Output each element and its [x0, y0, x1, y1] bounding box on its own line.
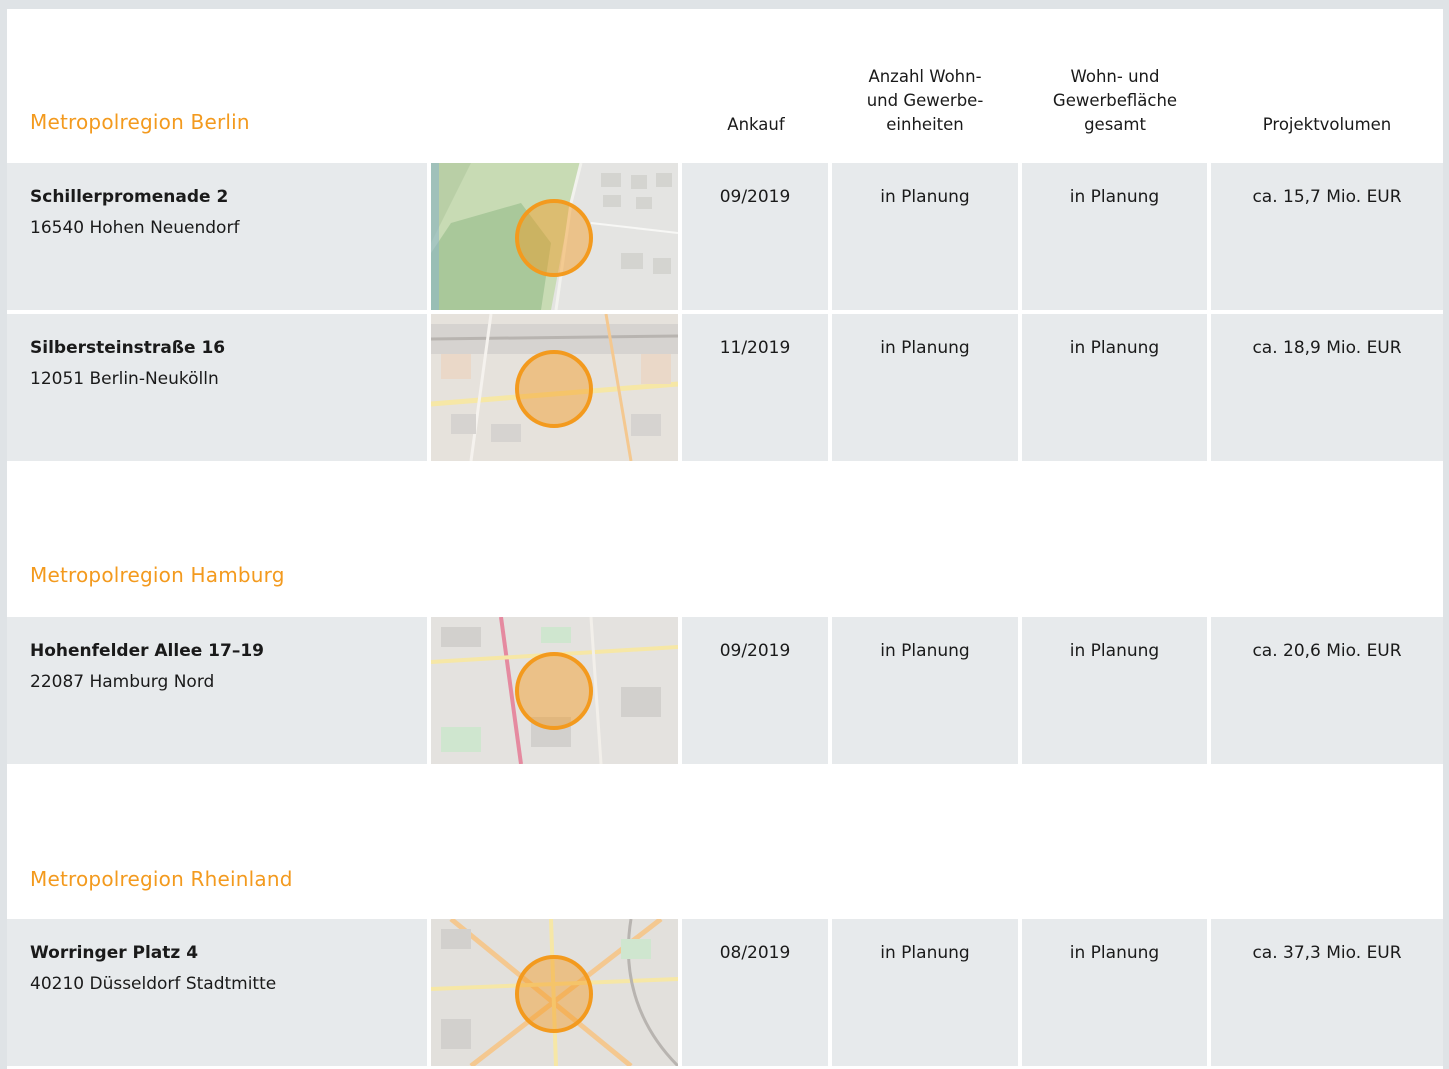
volumen-cell: ca. 20,6 Mio. EUR: [1211, 617, 1443, 764]
flaeche-value: in Planung: [1069, 943, 1160, 963]
column-header-einheiten-line: Anzahl Wohn-: [868, 67, 982, 86]
address-city: 12051 Berlin-Neukölln: [30, 369, 219, 389]
address-cell: Worringer Platz 4 40210 Düsseldorf Stadt…: [7, 919, 427, 1066]
address-city: 40210 Düsseldorf Stadtmitte: [30, 974, 277, 994]
map-marker-circle-icon: [515, 350, 593, 428]
location-map: [431, 919, 678, 1066]
ankauf-value: 08/2019: [719, 943, 791, 963]
column-header-einheiten-line: einheiten: [886, 115, 964, 134]
volumen-value: ca. 20,6 Mio. EUR: [1252, 641, 1402, 661]
map-image: [431, 919, 678, 1066]
project-table: Metropolregion Berlin Ankauf Anzahl Wohn…: [7, 9, 1443, 1069]
column-header-ankauf: Ankauf: [727, 115, 785, 134]
einheiten-cell: in Planung: [832, 617, 1018, 764]
address-city: 22087 Hamburg Nord: [30, 672, 215, 692]
flaeche-cell: in Planung: [1022, 919, 1207, 1066]
column-header-einheiten-line: und Gewerbe-: [866, 91, 984, 110]
ankauf-value: 09/2019: [719, 187, 791, 207]
volumen-value: ca. 18,9 Mio. EUR: [1252, 338, 1402, 358]
table-row: Worringer Platz 4 40210 Düsseldorf Stadt…: [7, 919, 1443, 1066]
flaeche-cell: in Planung: [1022, 617, 1207, 764]
ankauf-cell: 09/2019: [682, 163, 828, 310]
volumen-value: ca. 37,3 Mio. EUR: [1252, 943, 1402, 963]
einheiten-cell: in Planung: [832, 314, 1018, 461]
volumen-cell: ca. 37,3 Mio. EUR: [1211, 919, 1443, 1066]
table-row: Schillerpromenade 2 16540 Hohen Neuendor…: [7, 163, 1443, 310]
volumen-cell: ca. 15,7 Mio. EUR: [1211, 163, 1443, 310]
map-marker-circle-icon: [515, 199, 593, 277]
address-cell: Schillerpromenade 2 16540 Hohen Neuendor…: [7, 163, 427, 310]
address-street: Worringer Platz 4: [30, 943, 199, 963]
einheiten-value: in Planung: [880, 338, 970, 358]
volumen-cell: ca. 18,9 Mio. EUR: [1211, 314, 1443, 461]
address-street: Hohenfelder Allee 17–19: [30, 641, 264, 661]
map-image: [431, 314, 678, 461]
table-row: Hohenfelder Allee 17–19 22087 Hamburg No…: [7, 617, 1443, 764]
address-street: Silbersteinstraße 16: [30, 338, 226, 358]
column-header-volumen: Projektvolumen: [1262, 115, 1392, 134]
address-street: Schillerpromenade 2: [30, 187, 229, 207]
volumen-value: ca. 15,7 Mio. EUR: [1252, 187, 1402, 207]
ankauf-cell: 11/2019: [682, 314, 828, 461]
table-row: Silbersteinstraße 16 12051 Berlin-Neuköl…: [7, 314, 1443, 461]
ankauf-value: 11/2019: [719, 338, 791, 358]
einheiten-value: in Planung: [880, 187, 970, 207]
address-cell: Hohenfelder Allee 17–19 22087 Hamburg No…: [7, 617, 427, 764]
region-title: Metropolregion Berlin: [30, 110, 250, 134]
address-cell: Silbersteinstraße 16 12051 Berlin-Neuköl…: [7, 314, 427, 461]
ankauf-cell: 08/2019: [682, 919, 828, 1066]
map-image: [431, 163, 678, 310]
flaeche-cell: in Planung: [1022, 314, 1207, 461]
flaeche-value: in Planung: [1069, 187, 1160, 207]
flaeche-cell: in Planung: [1022, 163, 1207, 310]
location-map: [431, 617, 678, 764]
ankauf-value: 09/2019: [719, 641, 791, 661]
location-map: [431, 314, 678, 461]
einheiten-cell: in Planung: [832, 163, 1018, 310]
map-marker-circle-icon: [515, 652, 593, 730]
column-header-einheiten: Anzahl Wohn- und Gewerbe- einheiten: [837, 65, 1013, 137]
map-marker-circle-icon: [515, 955, 593, 1033]
column-header-flaeche-line: Wohn- und: [1070, 67, 1160, 86]
flaeche-value: in Planung: [1069, 338, 1160, 358]
column-header-flaeche: Wohn- und Gewerbefläche gesamt: [1027, 65, 1203, 137]
region-title: Metropolregion Rheinland: [30, 867, 293, 891]
location-map: [431, 163, 678, 310]
ankauf-cell: 09/2019: [682, 617, 828, 764]
address-city: 16540 Hohen Neuendorf: [30, 218, 240, 238]
column-header-flaeche-line: Gewerbefläche: [1052, 91, 1178, 110]
einheiten-value: in Planung: [880, 641, 970, 661]
einheiten-value: in Planung: [880, 943, 970, 963]
flaeche-value: in Planung: [1069, 641, 1160, 661]
region-title: Metropolregion Hamburg: [30, 563, 285, 587]
column-header-flaeche-line: gesamt: [1084, 115, 1146, 134]
map-image: [431, 617, 678, 764]
einheiten-cell: in Planung: [832, 919, 1018, 1066]
